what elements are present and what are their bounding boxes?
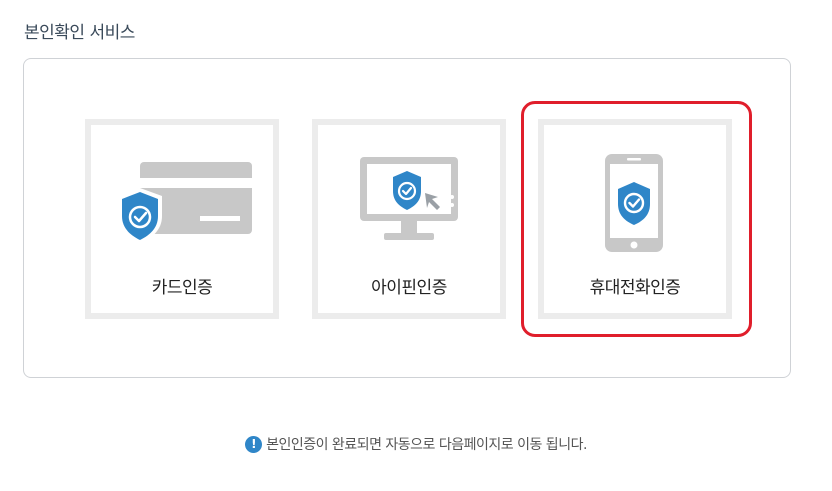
card-auth-label: 카드인증 (151, 278, 213, 298)
section-title: 본인확인 서비스 (24, 23, 135, 43)
auth-notice: ! 본인인증이 완료되면 자동으로 다음페이지로 이동 됩니다. (0, 434, 832, 454)
monitor-shield-icon (318, 155, 500, 250)
auth-method-panel: 카드인증 아이핀인증 휴대전화인증 (23, 58, 791, 378)
info-icon: ! (245, 435, 263, 453)
card-auth-option[interactable]: 카드인증 (85, 119, 279, 319)
notice-text: 본인인증이 완료되면 자동으로 다음페이지로 이동 됩니다. (266, 437, 587, 453)
ipin-auth-label: 아이핀인증 (371, 278, 447, 298)
credit-card-shield-icon (91, 155, 273, 250)
phone-auth-label: 휴대전화인증 (589, 278, 681, 298)
phone-shield-icon (544, 153, 726, 252)
ipin-auth-option[interactable]: 아이핀인증 (312, 119, 506, 319)
phone-auth-option[interactable]: 휴대전화인증 (538, 119, 732, 319)
